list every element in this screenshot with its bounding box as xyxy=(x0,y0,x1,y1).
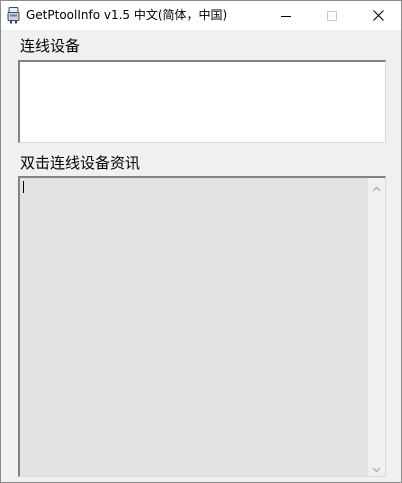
connected-devices-label: 连线设备 xyxy=(20,37,81,55)
minimize-icon xyxy=(281,6,291,25)
window-title: GetPtoolInfo v1.5 中文(简体，中国) xyxy=(26,8,228,22)
title-bar[interactable]: GetPtoolInfo v1.5 中文(简体，中国) xyxy=(1,1,401,30)
client-area: 连线设备 双击连线设备资讯 xyxy=(1,30,401,482)
device-info-textarea[interactable] xyxy=(18,176,386,477)
chevron-down-icon xyxy=(372,458,381,477)
connected-devices-list[interactable] xyxy=(18,60,386,143)
close-icon xyxy=(372,6,384,25)
maximize-button[interactable] xyxy=(309,1,355,30)
text-caret xyxy=(23,181,24,193)
vertical-scrollbar[interactable] xyxy=(368,178,385,476)
maximize-icon xyxy=(327,6,337,25)
scroll-down-button[interactable] xyxy=(368,459,385,476)
device-info-label: 双击连线设备资讯 xyxy=(20,154,141,172)
app-icon xyxy=(7,7,20,24)
app-window: GetPtoolInfo v1.5 中文(简体，中国) 连线设备 双击连线设备资… xyxy=(0,0,402,483)
close-button[interactable] xyxy=(355,1,401,30)
chevron-up-icon xyxy=(372,177,381,196)
scroll-up-button[interactable] xyxy=(368,178,385,195)
minimize-button[interactable] xyxy=(263,1,309,30)
